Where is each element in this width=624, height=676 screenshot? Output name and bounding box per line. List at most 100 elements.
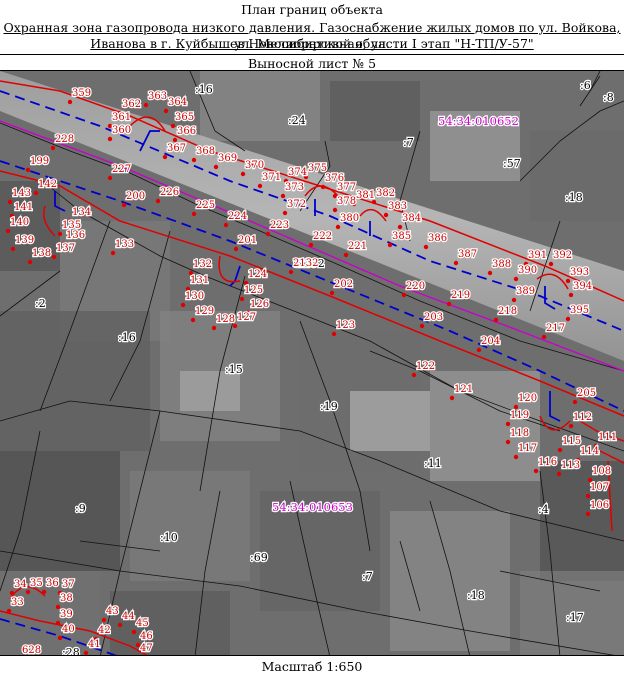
boundary-point-marker[interactable] — [565, 316, 571, 322]
boundary-point-marker[interactable] — [233, 246, 239, 252]
boundary-point-marker[interactable] — [55, 620, 61, 626]
boundary-point-marker[interactable] — [265, 231, 271, 237]
parcel-label: :11 — [424, 457, 442, 470]
boundary-point-number: 33 — [11, 597, 24, 608]
boundary-point-marker[interactable] — [446, 301, 452, 307]
boundary-point-marker[interactable] — [51, 254, 57, 260]
boundary-point-marker[interactable] — [505, 439, 511, 445]
boundary-point-marker[interactable] — [10, 246, 16, 252]
boundary-point-marker[interactable] — [240, 171, 246, 177]
boundary-point-marker[interactable] — [343, 252, 349, 258]
map-frame[interactable]: 54:34:010652 54:34:010653:16:24:7:57:18:6… — [0, 70, 624, 656]
boundary-point-marker[interactable] — [5, 228, 11, 234]
boundary-point-marker[interactable] — [33, 190, 39, 196]
boundary-point-marker[interactable] — [331, 331, 337, 337]
boundary-point-marker[interactable] — [449, 395, 455, 401]
boundary-point-marker[interactable] — [163, 108, 169, 114]
boundary-point-marker[interactable] — [548, 261, 554, 267]
boundary-point-number: 139 — [15, 235, 34, 246]
boundary-point-marker[interactable] — [131, 629, 137, 635]
boundary-point-marker[interactable] — [493, 317, 499, 323]
boundary-point-number: 391 — [528, 250, 547, 261]
boundary-point-marker[interactable] — [397, 224, 403, 230]
boundary-point-marker[interactable] — [335, 224, 341, 230]
boundary-point-marker[interactable] — [419, 323, 425, 329]
boundary-point-marker[interactable] — [213, 164, 219, 170]
boundary-point-marker[interactable] — [401, 292, 407, 298]
boundary-point-marker[interactable] — [585, 511, 591, 517]
boundary-point-marker[interactable] — [387, 242, 393, 248]
boundary-point-marker[interactable] — [121, 202, 127, 208]
boundary-point-marker[interactable] — [67, 99, 73, 105]
boundary-point-marker[interactable] — [50, 145, 56, 151]
boundary-point-marker[interactable] — [557, 447, 563, 453]
boundary-point-marker[interactable] — [533, 468, 539, 474]
boundary-point-marker[interactable] — [117, 622, 123, 628]
boundary-point-marker[interactable] — [57, 231, 63, 237]
boundary-point-marker[interactable] — [332, 207, 338, 213]
boundary-point-marker[interactable] — [453, 260, 459, 266]
boundary-point-number: 383 — [388, 201, 407, 212]
boundary-point-marker[interactable] — [107, 136, 113, 142]
boundary-point-marker[interactable] — [7, 199, 13, 205]
boundary-point-marker[interactable] — [541, 334, 547, 340]
boundary-point-marker[interactable] — [107, 175, 113, 181]
boundary-point-marker[interactable] — [57, 635, 63, 641]
boundary-point-marker[interactable] — [411, 372, 417, 378]
boundary-point-marker[interactable] — [585, 493, 591, 499]
aerial-block — [200, 71, 320, 141]
boundary-point-marker[interactable] — [143, 102, 149, 108]
boundary-point-marker[interactable] — [6, 608, 12, 614]
boundary-point-number: 363 — [148, 91, 167, 102]
boundary-point-marker[interactable] — [320, 184, 326, 190]
boundary-point-marker[interactable] — [155, 198, 161, 204]
boundary-point-marker[interactable] — [211, 325, 217, 331]
boundary-point-marker[interactable] — [27, 259, 33, 265]
boundary-point-marker[interactable] — [83, 650, 89, 655]
boundary-point-marker[interactable] — [191, 211, 197, 217]
boundary-point-marker[interactable] — [568, 292, 574, 298]
boundary-point-marker[interactable] — [190, 317, 196, 323]
boundary-point-marker[interactable] — [180, 302, 186, 308]
boundary-point-marker[interactable] — [556, 471, 562, 477]
boundary-point-marker[interactable] — [41, 589, 47, 595]
boundary-point-marker[interactable] — [565, 278, 571, 284]
boundary-point-marker[interactable] — [308, 242, 314, 248]
boundary-point-number: 112 — [573, 412, 592, 423]
boundary-point-marker[interactable] — [191, 157, 197, 163]
boundary-point-marker[interactable] — [513, 276, 519, 282]
boundary-point-marker[interactable] — [513, 454, 519, 460]
boundary-point-marker[interactable] — [423, 244, 429, 250]
boundary-point-marker[interactable] — [239, 296, 245, 302]
boundary-point-marker[interactable] — [280, 193, 286, 199]
boundary-point-marker[interactable] — [101, 617, 107, 623]
boundary-point-marker[interactable] — [162, 154, 168, 160]
boundary-point-marker[interactable] — [223, 222, 229, 228]
boundary-point-marker[interactable] — [110, 250, 116, 256]
parcel-label: :24 — [288, 114, 306, 127]
parcel-label: :7 — [362, 570, 373, 583]
boundary-point-marker[interactable] — [383, 212, 389, 218]
boundary-point-marker[interactable] — [505, 421, 511, 427]
boundary-point-marker[interactable] — [257, 183, 263, 189]
boundary-point-marker[interactable] — [170, 123, 176, 129]
boundary-point-marker[interactable] — [288, 269, 294, 275]
boundary-point-marker[interactable] — [568, 423, 574, 429]
parcel-label: :19 — [320, 400, 338, 413]
boundary-point-number: 378 — [337, 196, 356, 207]
boundary-point-number: 382 — [376, 188, 395, 199]
boundary-point-marker[interactable] — [476, 347, 482, 353]
boundary-point-marker[interactable] — [329, 290, 335, 296]
boundary-point-marker[interactable] — [282, 210, 288, 216]
boundary-point-marker[interactable] — [511, 297, 517, 303]
boundary-point-marker[interactable] — [572, 399, 578, 405]
boundary-point-number: 360 — [112, 125, 131, 136]
boundary-point-marker[interactable] — [513, 404, 519, 410]
boundary-point-marker[interactable] — [487, 270, 493, 276]
boundary-point-marker[interactable] — [25, 167, 31, 173]
boundary-point-number: 393 — [570, 267, 589, 278]
boundary-point-marker[interactable] — [172, 137, 178, 143]
boundary-point-marker[interactable] — [9, 590, 15, 596]
boundary-point-marker[interactable] — [25, 589, 31, 595]
map-canvas[interactable]: 54:34:010652 54:34:010653:16:24:7:57:18:6… — [0, 71, 624, 656]
